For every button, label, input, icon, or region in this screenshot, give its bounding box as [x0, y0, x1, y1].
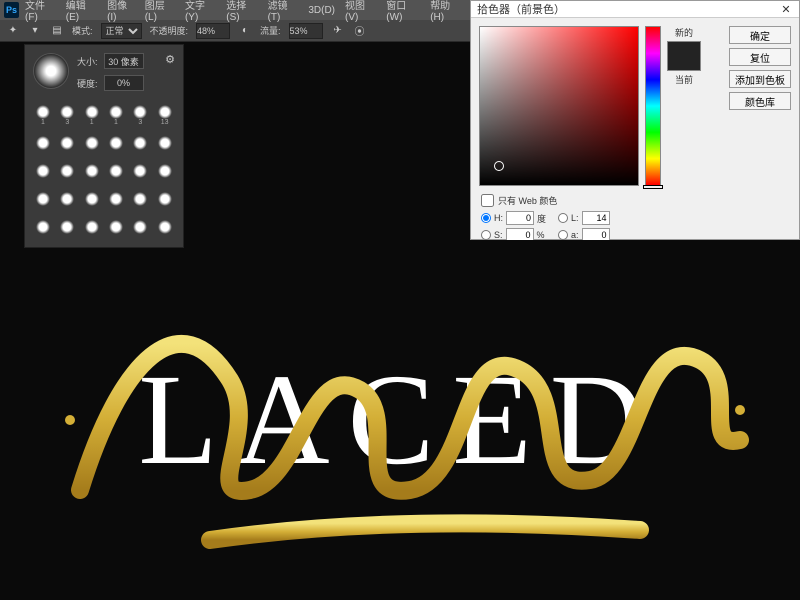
- brush-preset[interactable]: [33, 187, 53, 211]
- brush-preset[interactable]: 13: [155, 103, 175, 127]
- brush-preset[interactable]: [57, 187, 77, 211]
- hue-thumb-icon: [643, 185, 663, 189]
- brush-tool-icon[interactable]: ✦: [6, 24, 20, 38]
- current-label: 当前: [675, 73, 693, 86]
- brush-preset[interactable]: [130, 159, 150, 183]
- size-input[interactable]: [104, 53, 144, 69]
- brush-preset[interactable]: [106, 159, 126, 183]
- brush-preset[interactable]: [155, 131, 175, 155]
- l-radio[interactable]: [558, 213, 568, 223]
- opacity-input[interactable]: [196, 23, 230, 39]
- brush-grid: 1311313: [33, 103, 175, 239]
- brush-preset[interactable]: 1: [106, 103, 126, 127]
- menu-layer[interactable]: 图层(L): [141, 0, 179, 23]
- brush-preset[interactable]: [155, 215, 175, 239]
- airbrush-icon[interactable]: ✈: [331, 24, 345, 38]
- brush-preset[interactable]: [33, 131, 53, 155]
- brush-preset[interactable]: [130, 215, 150, 239]
- color-field[interactable]: [479, 26, 639, 186]
- hardness-label: 硬度:: [77, 77, 98, 90]
- brush-preset[interactable]: [82, 187, 102, 211]
- brush-preset-panel: 大小: 硬度: ⚙ 1311313: [24, 44, 184, 248]
- options-bar: ✦ ▾ ▤ 模式: 正常 不透明度: ◐ 流量: ✈ ⦿: [0, 20, 470, 42]
- s-radio[interactable]: [481, 230, 491, 240]
- flow-label: 流量:: [260, 24, 281, 37]
- brush-preset[interactable]: [33, 159, 53, 183]
- brush-preset[interactable]: 1: [82, 103, 102, 127]
- cancel-button[interactable]: 复位: [729, 48, 791, 66]
- brush-preset[interactable]: [106, 187, 126, 211]
- menu-view[interactable]: 视图(V): [341, 0, 380, 23]
- close-icon[interactable]: ✕: [779, 2, 793, 16]
- menu-image[interactable]: 图像(I): [103, 0, 139, 23]
- hardness-input[interactable]: [104, 75, 144, 91]
- menu-file[interactable]: 文件(F): [21, 0, 60, 23]
- brush-preset[interactable]: [57, 131, 77, 155]
- menu-edit[interactable]: 编辑(E): [62, 0, 101, 23]
- h-radio[interactable]: [481, 213, 491, 223]
- color-picker-dialog: 拾色器（前景色） ✕ 新的 当前 确定 复位 添加到色板 颜色库 只有 Web …: [470, 0, 800, 240]
- brush-preset[interactable]: 3: [57, 103, 77, 127]
- web-colors-label: 只有 Web 颜色: [498, 194, 557, 207]
- mode-label: 模式:: [72, 24, 93, 37]
- brush-preset[interactable]: [130, 187, 150, 211]
- menu-filter[interactable]: 滤镜(T): [264, 0, 303, 23]
- brush-preset[interactable]: [82, 215, 102, 239]
- pressure-opacity-icon[interactable]: ◐: [238, 24, 252, 38]
- size-label: 大小:: [77, 55, 98, 68]
- brush-preset[interactable]: [130, 131, 150, 155]
- laced-text: LACED: [138, 345, 661, 495]
- brush-preset[interactable]: [82, 159, 102, 183]
- opacity-label: 不透明度:: [150, 24, 189, 37]
- ok-button[interactable]: 确定: [729, 26, 791, 44]
- color-lib-button[interactable]: 颜色库: [729, 92, 791, 110]
- h-input[interactable]: [506, 211, 534, 225]
- gear-icon[interactable]: ⚙: [165, 53, 175, 66]
- artwork-preview: LACED: [0, 240, 800, 600]
- menu-select[interactable]: 选择(S): [222, 0, 261, 23]
- flow-input[interactable]: [289, 23, 323, 39]
- brush-preset[interactable]: [106, 215, 126, 239]
- pressure-size-icon[interactable]: ⦿: [353, 24, 367, 38]
- dialog-title: 拾色器（前景色）: [477, 1, 565, 17]
- brush-preset[interactable]: 3: [130, 103, 150, 127]
- brush-preset[interactable]: [57, 215, 77, 239]
- add-swatch-button[interactable]: 添加到色板: [729, 70, 791, 88]
- photoshop-window: Ps 文件(F) 编辑(E) 图像(I) 图层(L) 文字(Y) 选择(S) 滤…: [0, 0, 470, 240]
- brush-preset[interactable]: [57, 159, 77, 183]
- color-swatch: [667, 41, 701, 71]
- brush-preset-icon[interactable]: ▾: [28, 24, 42, 38]
- a-radio[interactable]: [558, 230, 568, 240]
- brush-preset[interactable]: [33, 215, 53, 239]
- hue-slider[interactable]: [645, 26, 661, 186]
- menu-window[interactable]: 窗口(W): [382, 0, 424, 23]
- new-label: 新的: [675, 26, 693, 39]
- brush-panel-icon[interactable]: ▤: [50, 24, 64, 38]
- menu-3d[interactable]: 3D(D): [304, 5, 339, 16]
- ps-logo-icon: Ps: [4, 2, 19, 18]
- menu-bar: Ps 文件(F) 编辑(E) 图像(I) 图层(L) 文字(Y) 选择(S) 滤…: [0, 0, 470, 20]
- brush-angle-preview[interactable]: [33, 53, 69, 89]
- l-input[interactable]: [582, 211, 610, 225]
- brush-preset[interactable]: [106, 131, 126, 155]
- brush-preset[interactable]: [82, 131, 102, 155]
- brush-preset[interactable]: [155, 159, 175, 183]
- color-cursor-icon: [494, 161, 504, 171]
- menu-type[interactable]: 文字(Y): [181, 0, 220, 23]
- menu-help[interactable]: 帮助(H): [426, 0, 466, 23]
- brush-preset[interactable]: [155, 187, 175, 211]
- brush-preset[interactable]: 1: [33, 103, 53, 127]
- web-colors-checkbox[interactable]: [481, 194, 494, 207]
- mode-select[interactable]: 正常: [101, 23, 142, 39]
